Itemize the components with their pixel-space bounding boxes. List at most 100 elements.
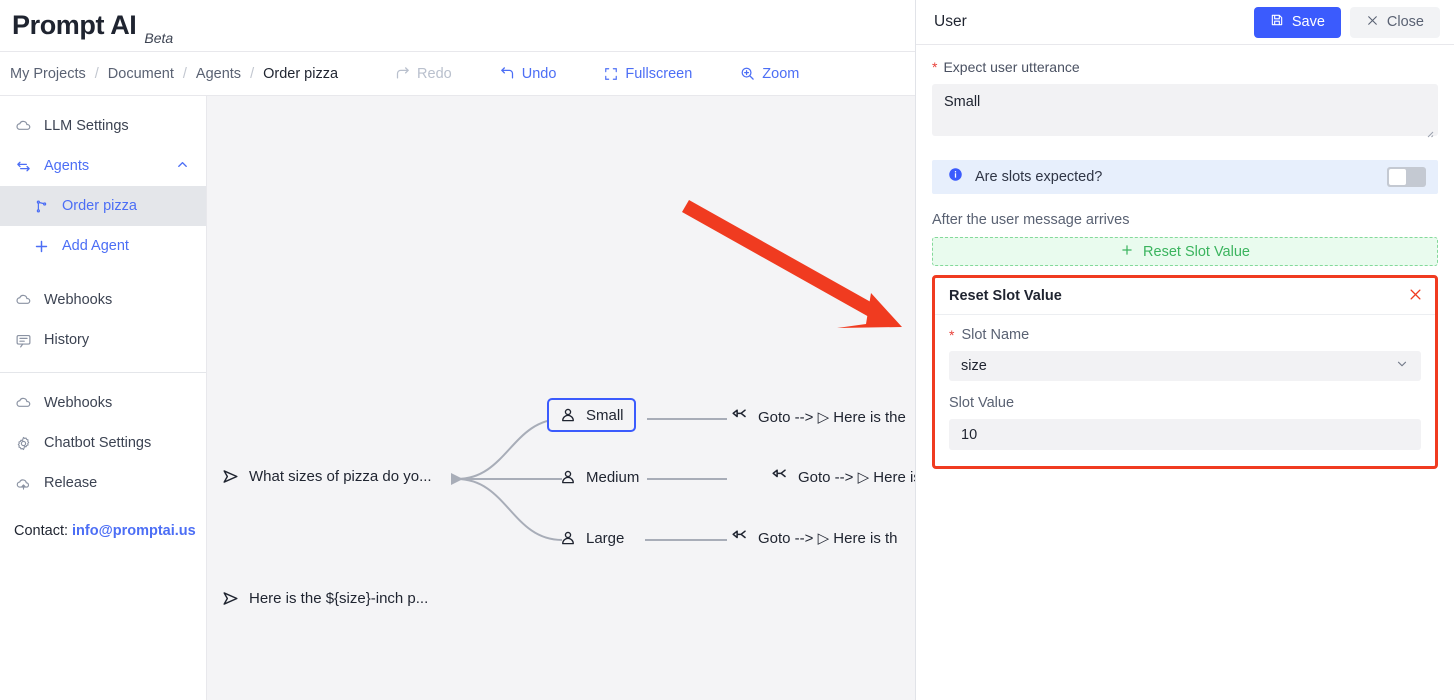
cloud-icon xyxy=(14,117,32,135)
zoom-label: Zoom xyxy=(762,65,800,82)
redo-icon xyxy=(395,66,410,81)
slot-name-label-text: Slot Name xyxy=(961,327,1030,343)
app-title: Prompt AI xyxy=(12,10,137,40)
breadcrumb-separator: / xyxy=(94,65,99,82)
breadcrumb-toolbar-bar: My Projects / Document / Agents / Order … xyxy=(0,52,915,96)
sidebar-item-release[interactable]: Release xyxy=(0,463,206,503)
add-reset-slot-value-button[interactable]: Reset Slot Value xyxy=(932,237,1438,266)
slot-value-input[interactable]: 10 xyxy=(949,419,1421,450)
history-chat-icon xyxy=(14,331,32,349)
user-icon xyxy=(559,406,577,424)
sidebar-item-webhooks-2[interactable]: Webhooks xyxy=(0,383,206,423)
panel-header: User Save Close xyxy=(916,0,1454,45)
contact-email-link[interactable]: info@promptai.us xyxy=(72,523,196,539)
slots-expected-label: Are slots expected? xyxy=(975,169,1103,185)
sidebar-item-label: Order pizza xyxy=(62,198,137,214)
sidebar-item-chatbot-settings[interactable]: Chatbot Settings xyxy=(0,423,206,463)
slot-name-select[interactable]: size xyxy=(949,351,1421,381)
fullscreen-icon xyxy=(604,67,618,81)
sidebar-item-llm-settings[interactable]: LLM Settings xyxy=(0,106,206,146)
goto-branch-icon xyxy=(730,528,749,547)
user-icon xyxy=(559,468,577,486)
contact-line: Contact: info@promptai.us xyxy=(0,523,206,539)
utterance-textarea[interactable] xyxy=(932,84,1438,136)
fullscreen-button[interactable]: Fullscreen xyxy=(594,62,702,86)
required-asterisk: * xyxy=(949,327,955,343)
gear-icon xyxy=(14,434,32,452)
node-label: Small xyxy=(586,406,624,424)
node-label: Here is the ${size}-inch p... xyxy=(249,590,429,607)
node-user-large[interactable]: Large xyxy=(559,529,624,547)
sidebar-divider xyxy=(0,372,206,373)
node-goto-small[interactable]: Goto --> ▷ Here is the xyxy=(730,407,906,426)
close-label: Close xyxy=(1386,14,1424,30)
flow-canvas[interactable]: What sizes of pizza do yo... Small Mediu… xyxy=(207,96,915,700)
say-node-icon xyxy=(221,467,240,486)
sidebar-item-label: LLM Settings xyxy=(44,118,129,134)
zoom-button[interactable]: Zoom xyxy=(730,62,809,86)
breadcrumb-separator: / xyxy=(250,65,255,82)
fullscreen-label: Fullscreen xyxy=(625,65,693,82)
goto-branch-icon xyxy=(730,407,749,426)
card-remove-icon[interactable] xyxy=(1408,287,1423,305)
slots-expected-toggle[interactable] xyxy=(1387,167,1426,187)
undo-button[interactable]: Undo xyxy=(490,62,567,86)
brand-bar: Prompt AI Beta xyxy=(0,0,915,52)
sidebar-item-label: Chatbot Settings xyxy=(44,435,152,451)
chevron-up-icon[interactable] xyxy=(175,157,190,176)
node-label: What sizes of pizza do yo... xyxy=(249,468,432,485)
canvas-toolbar: Redo Undo Fullscreen Zoom xyxy=(385,62,837,86)
app-root: Prompt AI Beta My Projects / Document / … xyxy=(0,0,1454,700)
sidebar-item-label: Webhooks xyxy=(44,292,113,308)
save-label: Save xyxy=(1291,14,1325,30)
breadcrumb-item-agents[interactable]: Agents xyxy=(196,66,241,82)
slot-name-label: * Slot Name xyxy=(949,327,1421,343)
sidebar-item-add-agent[interactable]: Add Agent xyxy=(0,226,206,266)
sidebar-item-label: History xyxy=(44,332,90,348)
flow-branch-icon xyxy=(32,197,50,215)
goto-branch-icon xyxy=(770,467,789,486)
save-disk-icon xyxy=(1270,13,1284,31)
node-label: Medium xyxy=(586,468,640,486)
reset-slot-value-card: Reset Slot Value * Slot Name size Slot V… xyxy=(932,275,1438,469)
user-icon xyxy=(559,529,577,547)
breadcrumb-item-my-projects[interactable]: My Projects xyxy=(10,66,86,82)
node-user-medium[interactable]: Medium xyxy=(559,468,639,486)
plus-icon xyxy=(1120,243,1134,261)
sidebar-item-webhooks[interactable]: Webhooks xyxy=(0,280,206,320)
node-user-small[interactable]: Small xyxy=(547,398,636,432)
right-detail-panel: User Save Close * Expect user utterance … xyxy=(915,0,1454,700)
cloud-upload-icon xyxy=(14,474,32,492)
node-answer[interactable]: Here is the ${size}-inch p... xyxy=(221,589,428,608)
card-body: * Slot Name size Slot Value 10 xyxy=(935,315,1435,466)
node-label: Goto --> ▷ Here is xyxy=(798,468,915,486)
close-button[interactable]: Close xyxy=(1349,6,1440,38)
node-label: Goto --> ▷ Here is the xyxy=(758,408,906,426)
breadcrumb-item-document[interactable]: Document xyxy=(108,66,174,82)
save-button[interactable]: Save xyxy=(1253,6,1341,38)
sidebar-item-label: Agents xyxy=(44,158,90,174)
slot-value-label-text: Slot Value xyxy=(949,395,1015,411)
node-label: Goto --> ▷ Here is th xyxy=(758,529,898,547)
node-goto-medium[interactable]: Goto --> ▷ Here is xyxy=(770,467,915,486)
undo-icon xyxy=(500,66,515,81)
utterance-label-text: Expect user utterance xyxy=(943,59,1080,75)
close-icon xyxy=(1366,14,1379,31)
sidebar-item-label: Release xyxy=(44,475,98,491)
cloud-icon xyxy=(14,394,32,412)
utterance-field-wrap xyxy=(932,84,1438,141)
slot-name-value: size xyxy=(961,358,987,374)
sidebar-item-history[interactable]: History xyxy=(0,320,206,360)
redo-button[interactable]: Redo xyxy=(385,62,462,86)
sidebar-item-label: Webhooks xyxy=(44,395,113,411)
node-prompt[interactable]: What sizes of pizza do yo... xyxy=(221,467,432,486)
breadcrumb-item-order-pizza[interactable]: Order pizza xyxy=(263,66,338,82)
node-goto-large[interactable]: Goto --> ▷ Here is th xyxy=(730,528,898,547)
slots-expected-row: Are slots expected? xyxy=(932,160,1438,194)
redo-label: Redo xyxy=(417,65,452,82)
beta-badge: Beta xyxy=(144,30,174,46)
sidebar-item-order-pizza[interactable]: Order pizza xyxy=(0,186,206,226)
sidebar-item-agents[interactable]: Agents xyxy=(0,146,206,186)
undo-label: Undo xyxy=(521,65,557,82)
